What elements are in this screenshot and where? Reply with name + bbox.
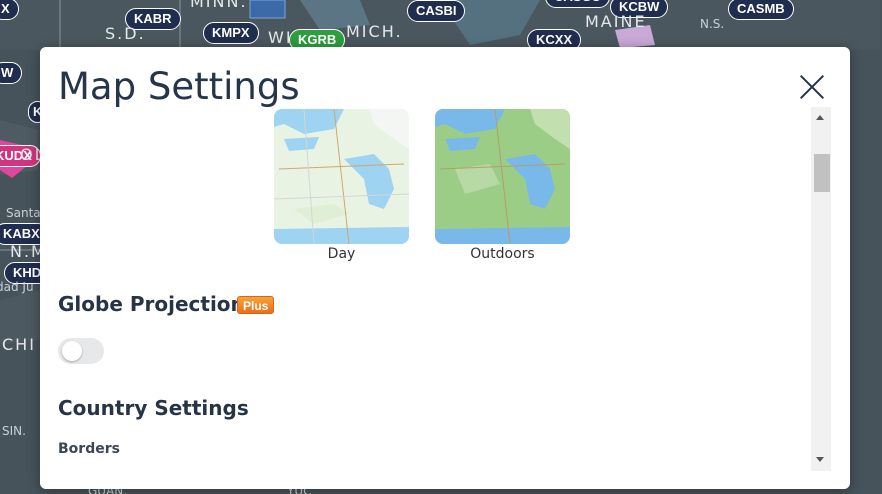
map-style-day-thumbnail[interactable] [274,109,409,244]
map-label-sd: S.D. [105,24,146,43]
map-style-day-label: Day [327,246,356,262]
toggle-knob [62,341,82,361]
close-icon[interactable] [798,73,826,101]
map-label-mich: MICH. [346,22,403,41]
borders-label: Borders [58,441,120,457]
map-label-ns: N.S. [700,17,725,31]
globe-projection-toggle[interactable] [58,338,104,364]
map-label-sin: SIN. [2,424,26,438]
station-casbi[interactable]: CASBI [407,0,466,22]
modal-title: Map Settings [58,65,300,108]
plus-badge: Plus [237,296,275,314]
station-casmb[interactable]: CASMB [728,0,794,20]
globe-projection-title: Globe Projection [58,292,245,316]
modal-scrollbar[interactable] [811,107,831,471]
scroll-down-arrow-icon[interactable] [816,457,824,462]
outdoors-map-image [435,109,570,244]
map-style-outdoors-label: Outdoors [470,246,535,262]
map-style-outdoors-thumbnail[interactable] [435,109,570,244]
country-settings-title: Country Settings [58,396,249,420]
map-label-minn: MINN. [190,0,248,11]
map-label-dad: dad Ju [0,280,34,294]
day-map-image [274,109,409,244]
station-casgu[interactable]: CASGU [545,0,610,8]
map-label-wi: WI [268,28,293,47]
scroll-up-arrow-icon[interactable] [816,115,824,120]
map-settings-modal: Map Settings Day Outdoors Globe Projecti… [40,47,850,489]
scrollbar-thumb[interactable] [814,154,830,192]
map-label-maine: MAINE [585,12,647,31]
map-label-chi: CHI [2,335,36,354]
station-kmpx[interactable]: KMPX [203,22,259,44]
map-label-santa: Santa [6,206,41,220]
